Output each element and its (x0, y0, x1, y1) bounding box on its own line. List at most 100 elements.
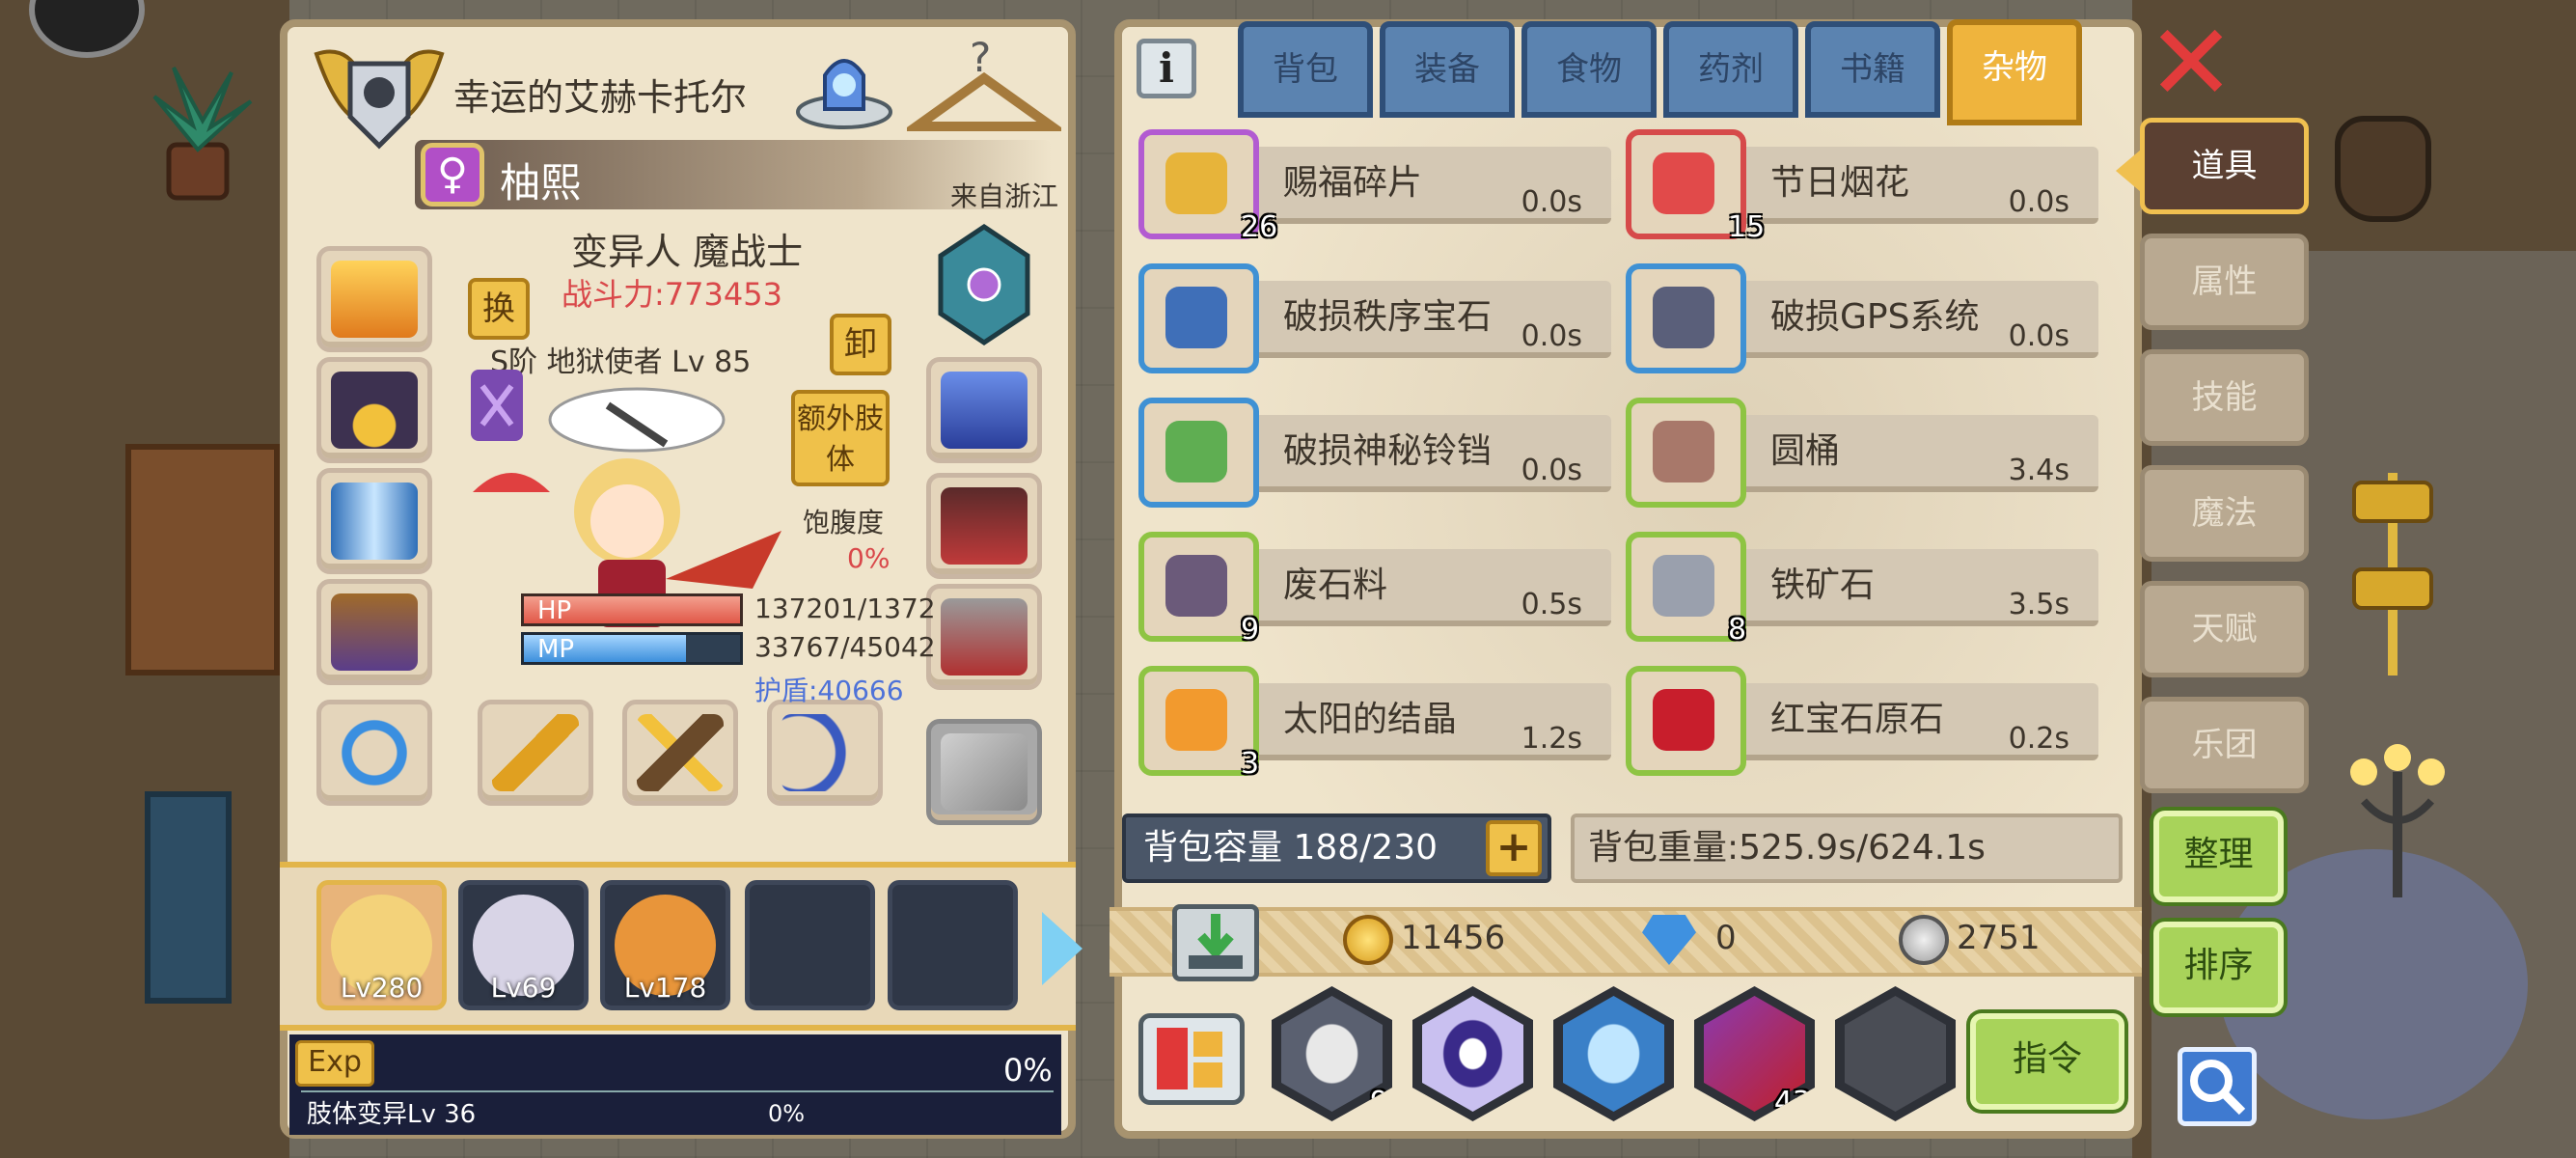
item-time: 0.0s (1521, 454, 1582, 487)
item-time: 3.5s (2008, 588, 2069, 621)
tab-books[interactable]: 书籍 (1805, 21, 1940, 118)
inventory-item[interactable]: 圆桶 3.4s (1626, 392, 2098, 508)
item-icon: 26 (1138, 129, 1277, 244)
swap-button[interactable]: 换 (468, 278, 530, 340)
diamond-amount: 0 (1715, 919, 1737, 957)
inventory-item[interactable]: 8 铁矿石 3.5s (1626, 526, 2098, 647)
ring-icon (1422, 996, 1523, 1112)
slot-order-button[interactable] (1138, 1013, 1245, 1105)
item-glyph-icon (1165, 287, 1227, 348)
hp-bar: HP (521, 593, 743, 626)
unequip-button[interactable]: 卸 (830, 314, 891, 375)
item-icon (1138, 263, 1259, 373)
armor-stand-icon (2352, 473, 2433, 676)
inventory-item[interactable]: 9 废石料 0.5s (1138, 526, 1611, 647)
item-glyph-icon (1165, 555, 1227, 617)
inventory-item[interactable]: 15 节日烟花 0.0s (1626, 124, 2098, 244)
equip-slot-ring[interactable] (316, 700, 432, 806)
inventory-item[interactable]: 破损神秘铃铛 0.0s (1138, 392, 1611, 508)
deposit-button[interactable] (1172, 904, 1259, 981)
gold-amount: 11456 (1401, 919, 1506, 957)
item-name: 太阳的结晶 (1283, 700, 1458, 739)
item-count: 8 (1728, 613, 1747, 647)
tab-potion[interactable]: 药剂 (1663, 21, 1798, 118)
download-arrow-icon (1189, 914, 1243, 969)
jar-decor (2335, 116, 2431, 222)
soul-gem-button[interactable] (791, 37, 897, 133)
party-slot-empty-2[interactable] (888, 880, 1018, 1010)
item-name: 节日烟花 (1770, 163, 1910, 203)
item-glyph-icon (1165, 152, 1227, 214)
equip-slot-bow[interactable] (767, 700, 883, 806)
combat-power: 战斗力:773453 (562, 276, 782, 313)
mp-bar: MP (521, 632, 743, 665)
party-next-arrow-icon[interactable] (1042, 912, 1082, 985)
command-button[interactable]: 指令 (1970, 1013, 2124, 1110)
item-time: 0.0s (1521, 319, 1582, 353)
side-tab-skills[interactable]: 技能 (2140, 349, 2309, 446)
equip-slot-necklace[interactable] (316, 357, 432, 463)
tab-backpack[interactable]: 背包 (1238, 21, 1373, 118)
item-count: 9 (1241, 613, 1260, 647)
item-name: 赐福碎片 (1283, 163, 1423, 203)
mp-label: MP (537, 635, 575, 664)
side-tab-items[interactable]: 道具 (2116, 118, 2309, 214)
equip-slot-gauntlet[interactable] (926, 357, 1042, 463)
party-member-2[interactable]: Lv69 (458, 880, 589, 1010)
equip-slot-armor[interactable] (316, 579, 432, 685)
shelf-decor (125, 444, 280, 676)
tab-equipment[interactable]: 装备 (1380, 21, 1515, 118)
hp-value: 137201/1372 (754, 593, 936, 624)
boots-icon (941, 598, 1028, 676)
item-time: 0.0s (2008, 319, 2069, 353)
gauntlet-icon (941, 372, 1028, 449)
equip-slot-locked[interactable] (926, 719, 1042, 825)
item-time: 0.2s (2008, 722, 2069, 756)
search-icon (2190, 1060, 2246, 1116)
item-icon: 3 (1138, 666, 1259, 781)
wardrobe-hanger-icon[interactable]: ? (907, 35, 1061, 141)
sort-button[interactable]: 排序 (2153, 922, 2284, 1013)
gold-coin-icon (1343, 915, 1393, 965)
close-icon[interactable]: ✕ (2147, 10, 2235, 116)
inventory-item[interactable]: 3 太阳的结晶 1.2s (1138, 660, 1611, 781)
limb-mutation-value: 0% (768, 1100, 806, 1127)
item-time: 1.2s (1521, 722, 1582, 756)
character-name: 柚熙 (500, 159, 582, 207)
equip-slot-chest[interactable] (926, 473, 1042, 579)
equip-slot-bracer[interactable] (316, 468, 432, 574)
inventory-item[interactable]: 红宝石原石 0.2s (1626, 660, 2098, 776)
tab-misc[interactable]: 杂物 (1947, 19, 2082, 125)
party-member-level: Lv69 (490, 972, 557, 1004)
equip-slot-crossbow[interactable] (622, 700, 738, 806)
extra-limb-button[interactable]: 额外肢体 (791, 390, 890, 486)
side-tab-band[interactable]: 乐团 (2140, 697, 2309, 793)
item-glyph-icon (1653, 152, 1714, 214)
item-name: 红宝石原石 (1770, 700, 1945, 739)
side-tab-magic[interactable]: 魔法 (2140, 465, 2309, 562)
party-slot-empty-1[interactable] (745, 880, 875, 1010)
equip-slot-staff[interactable] (478, 700, 593, 806)
equip-slot-crown[interactable] (316, 246, 432, 352)
equip-slot-boots[interactable] (926, 584, 1042, 690)
limb-mutation-label: 肢体变异Lv 36 (307, 1100, 477, 1129)
shield-emblem-icon[interactable] (931, 222, 1037, 347)
info-button[interactable]: i (1137, 39, 1196, 98)
search-button[interactable] (2178, 1047, 2257, 1126)
item-glyph-icon (1165, 421, 1227, 482)
inventory-item[interactable]: 26 赐福碎片 0.0s (1138, 124, 1611, 244)
expand-capacity-button[interactable]: + (1486, 820, 1542, 876)
tidy-button[interactable]: 整理 (2153, 811, 2284, 902)
party-member-3[interactable]: Lv178 (600, 880, 730, 1010)
side-tab-attributes[interactable]: 属性 (2140, 234, 2309, 330)
side-tab-talents[interactable]: 天赋 (2140, 581, 2309, 677)
inventory-item[interactable]: 破损GPS系统 0.0s (1626, 258, 2098, 373)
exp-value: 0% (1003, 1052, 1053, 1089)
inventory-item[interactable]: 破损秩序宝石 0.0s (1138, 258, 1611, 373)
ring-icon (331, 714, 418, 791)
party-member-1[interactable]: Lv280 (316, 880, 447, 1010)
crown-icon (331, 261, 418, 338)
tab-food[interactable]: 食物 (1521, 21, 1657, 118)
player-title: 幸运的艾赫卡托尔 (453, 76, 748, 119)
item-count: 15 (1728, 210, 1766, 244)
